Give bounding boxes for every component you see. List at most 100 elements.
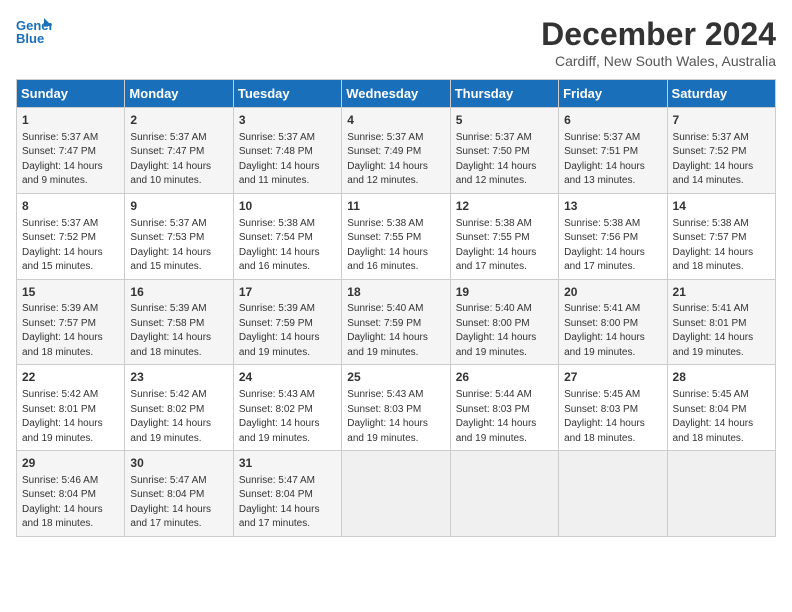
day-info: Sunrise: 5:41 AMSunset: 8:00 PMDaylight:… xyxy=(564,302,661,360)
day-number: 23 xyxy=(130,369,227,386)
calendar-cell: 17Sunrise: 5:39 AMSunset: 7:59 PMDayligh… xyxy=(233,279,341,365)
day-info: Sunrise: 5:38 AMSunset: 7:56 PMDaylight:… xyxy=(564,217,661,275)
day-info: Sunrise: 5:37 AMSunset: 7:53 PMDaylight:… xyxy=(130,217,227,275)
day-number: 14 xyxy=(673,198,770,215)
calendar-week-3: 15Sunrise: 5:39 AMSunset: 7:57 PMDayligh… xyxy=(17,279,776,365)
day-number: 15 xyxy=(22,284,119,301)
calendar-cell: 3 Sunrise: 5:37 AMSunset: 7:48 PMDaylight… xyxy=(233,108,341,194)
col-friday: Friday xyxy=(559,80,667,108)
calendar-week-1: 1 Sunrise: 5:37 AMSunset: 7:47 PMDaylight… xyxy=(17,108,776,194)
day-number: 2 xyxy=(130,112,227,129)
day-number: 11 xyxy=(347,198,444,215)
day-number: 29 xyxy=(22,455,119,472)
day-number: 13 xyxy=(564,198,661,215)
day-info: Sunrise: 5:44 AMSunset: 8:03 PMDaylight:… xyxy=(456,388,553,446)
day-info: Sunrise: 5:37 AMSunset: 7:47 PMDaylight:… xyxy=(130,131,227,189)
day-info: Sunrise: 5:38 AMSunset: 7:57 PMDaylight:… xyxy=(673,217,770,275)
calendar-cell: 13 Sunrise: 5:38 AMSunset: 7:56 PMDayligh… xyxy=(559,193,667,279)
day-number: 4 xyxy=(347,112,444,129)
calendar-cell: 15Sunrise: 5:39 AMSunset: 7:57 PMDayligh… xyxy=(17,279,125,365)
day-number: 9 xyxy=(130,198,227,215)
day-number: 6 xyxy=(564,112,661,129)
day-info: Sunrise: 5:37 AMSunset: 7:51 PMDaylight:… xyxy=(564,131,661,189)
day-info: Sunrise: 5:42 AMSunset: 8:02 PMDaylight:… xyxy=(130,388,227,446)
col-tuesday: Tuesday xyxy=(233,80,341,108)
title-area: December 2024 Cardiff, New South Wales, … xyxy=(541,16,776,69)
calendar-cell: 4Sunrise: 5:37 AMSunset: 7:49 PMDaylight… xyxy=(342,108,450,194)
day-number: 16 xyxy=(130,284,227,301)
calendar-cell: 19Sunrise: 5:40 AMSunset: 8:00 PMDayligh… xyxy=(450,279,558,365)
day-info: Sunrise: 5:42 AMSunset: 8:01 PMDaylight:… xyxy=(22,388,119,446)
calendar-cell: 11 Sunrise: 5:38 AMSunset: 7:55 PMDayligh… xyxy=(342,193,450,279)
day-number: 12 xyxy=(456,198,553,215)
calendar-cell: 24 Sunrise: 5:43 AMSunset: 8:02 PMDayligh… xyxy=(233,365,341,451)
day-number: 8 xyxy=(22,198,119,215)
day-info: Sunrise: 5:41 AMSunset: 8:01 PMDaylight:… xyxy=(673,302,770,360)
day-info: Sunrise: 5:38 AMSunset: 7:55 PMDaylight:… xyxy=(456,217,553,275)
col-sunday: Sunday xyxy=(17,80,125,108)
header-row: Sunday Monday Tuesday Wednesday Thursday… xyxy=(17,80,776,108)
calendar-cell: 14 Sunrise: 5:38 AMSunset: 7:57 PMDayligh… xyxy=(667,193,775,279)
logo-icon: General Blue xyxy=(16,16,52,46)
calendar-cell: 25Sunrise: 5:43 AMSunset: 8:03 PMDayligh… xyxy=(342,365,450,451)
calendar-cell: 7 Sunrise: 5:37 AMSunset: 7:52 PMDaylight… xyxy=(667,108,775,194)
day-number: 3 xyxy=(239,112,336,129)
day-info: Sunrise: 5:45 AMSunset: 8:04 PMDaylight:… xyxy=(673,388,770,446)
calendar-cell: 30 Sunrise: 5:47 AMSunset: 8:04 PMDayligh… xyxy=(125,451,233,537)
calendar-cell: 16Sunrise: 5:39 AMSunset: 7:58 PMDayligh… xyxy=(125,279,233,365)
calendar-week-4: 22 Sunrise: 5:42 AMSunset: 8:01 PMDayligh… xyxy=(17,365,776,451)
day-info: Sunrise: 5:37 AMSunset: 7:52 PMDaylight:… xyxy=(673,131,770,189)
day-info: Sunrise: 5:45 AMSunset: 8:03 PMDaylight:… xyxy=(564,388,661,446)
day-info: Sunrise: 5:43 AMSunset: 8:02 PMDaylight:… xyxy=(239,388,336,446)
calendar-cell: 23 Sunrise: 5:42 AMSunset: 8:02 PMDayligh… xyxy=(125,365,233,451)
calendar-cell: 9 Sunrise: 5:37 AMSunset: 7:53 PMDaylight… xyxy=(125,193,233,279)
calendar-cell xyxy=(450,451,558,537)
day-info: Sunrise: 5:37 AMSunset: 7:50 PMDaylight:… xyxy=(456,131,553,189)
day-number: 10 xyxy=(239,198,336,215)
day-number: 27 xyxy=(564,369,661,386)
calendar-title: December 2024 xyxy=(541,16,776,53)
day-info: Sunrise: 5:38 AMSunset: 7:54 PMDaylight:… xyxy=(239,217,336,275)
col-monday: Monday xyxy=(125,80,233,108)
calendar-cell: 1 Sunrise: 5:37 AMSunset: 7:47 PMDaylight… xyxy=(17,108,125,194)
calendar-cell: 21Sunrise: 5:41 AMSunset: 8:01 PMDayligh… xyxy=(667,279,775,365)
day-number: 17 xyxy=(239,284,336,301)
day-number: 19 xyxy=(456,284,553,301)
col-saturday: Saturday xyxy=(667,80,775,108)
day-number: 1 xyxy=(22,112,119,129)
calendar-cell: 2 Sunrise: 5:37 AMSunset: 7:47 PMDaylight… xyxy=(125,108,233,194)
day-info: Sunrise: 5:47 AMSunset: 8:04 PMDaylight:… xyxy=(130,474,227,532)
svg-text:Blue: Blue xyxy=(16,31,44,46)
calendar-cell: 22 Sunrise: 5:42 AMSunset: 8:01 PMDayligh… xyxy=(17,365,125,451)
day-number: 25 xyxy=(347,369,444,386)
calendar-cell: 20Sunrise: 5:41 AMSunset: 8:00 PMDayligh… xyxy=(559,279,667,365)
calendar-cell: 5 Sunrise: 5:37 AMSunset: 7:50 PMDaylight… xyxy=(450,108,558,194)
day-number: 24 xyxy=(239,369,336,386)
calendar-cell: 8Sunrise: 5:37 AMSunset: 7:52 PMDaylight… xyxy=(17,193,125,279)
calendar-cell: 12 Sunrise: 5:38 AMSunset: 7:55 PMDayligh… xyxy=(450,193,558,279)
day-info: Sunrise: 5:40 AMSunset: 7:59 PMDaylight:… xyxy=(347,302,444,360)
calendar-cell: 28Sunrise: 5:45 AMSunset: 8:04 PMDayligh… xyxy=(667,365,775,451)
day-info: Sunrise: 5:38 AMSunset: 7:55 PMDaylight:… xyxy=(347,217,444,275)
day-number: 30 xyxy=(130,455,227,472)
day-number: 5 xyxy=(456,112,553,129)
day-number: 26 xyxy=(456,369,553,386)
day-number: 20 xyxy=(564,284,661,301)
calendar-cell: 26 Sunrise: 5:44 AMSunset: 8:03 PMDayligh… xyxy=(450,365,558,451)
day-number: 31 xyxy=(239,455,336,472)
calendar-week-2: 8Sunrise: 5:37 AMSunset: 7:52 PMDaylight… xyxy=(17,193,776,279)
col-wednesday: Wednesday xyxy=(342,80,450,108)
day-info: Sunrise: 5:37 AMSunset: 7:48 PMDaylight:… xyxy=(239,131,336,189)
day-info: Sunrise: 5:37 AMSunset: 7:47 PMDaylight:… xyxy=(22,131,119,189)
calendar-cell: 6 Sunrise: 5:37 AMSunset: 7:51 PMDaylight… xyxy=(559,108,667,194)
calendar-cell: 31Sunrise: 5:47 AMSunset: 8:04 PMDayligh… xyxy=(233,451,341,537)
day-number: 22 xyxy=(22,369,119,386)
day-number: 18 xyxy=(347,284,444,301)
calendar-week-5: 29Sunrise: 5:46 AMSunset: 8:04 PMDayligh… xyxy=(17,451,776,537)
calendar-subtitle: Cardiff, New South Wales, Australia xyxy=(541,53,776,69)
day-info: Sunrise: 5:39 AMSunset: 7:57 PMDaylight:… xyxy=(22,302,119,360)
day-info: Sunrise: 5:39 AMSunset: 7:59 PMDaylight:… xyxy=(239,302,336,360)
day-info: Sunrise: 5:39 AMSunset: 7:58 PMDaylight:… xyxy=(130,302,227,360)
calendar-cell: 18Sunrise: 5:40 AMSunset: 7:59 PMDayligh… xyxy=(342,279,450,365)
day-number: 7 xyxy=(673,112,770,129)
